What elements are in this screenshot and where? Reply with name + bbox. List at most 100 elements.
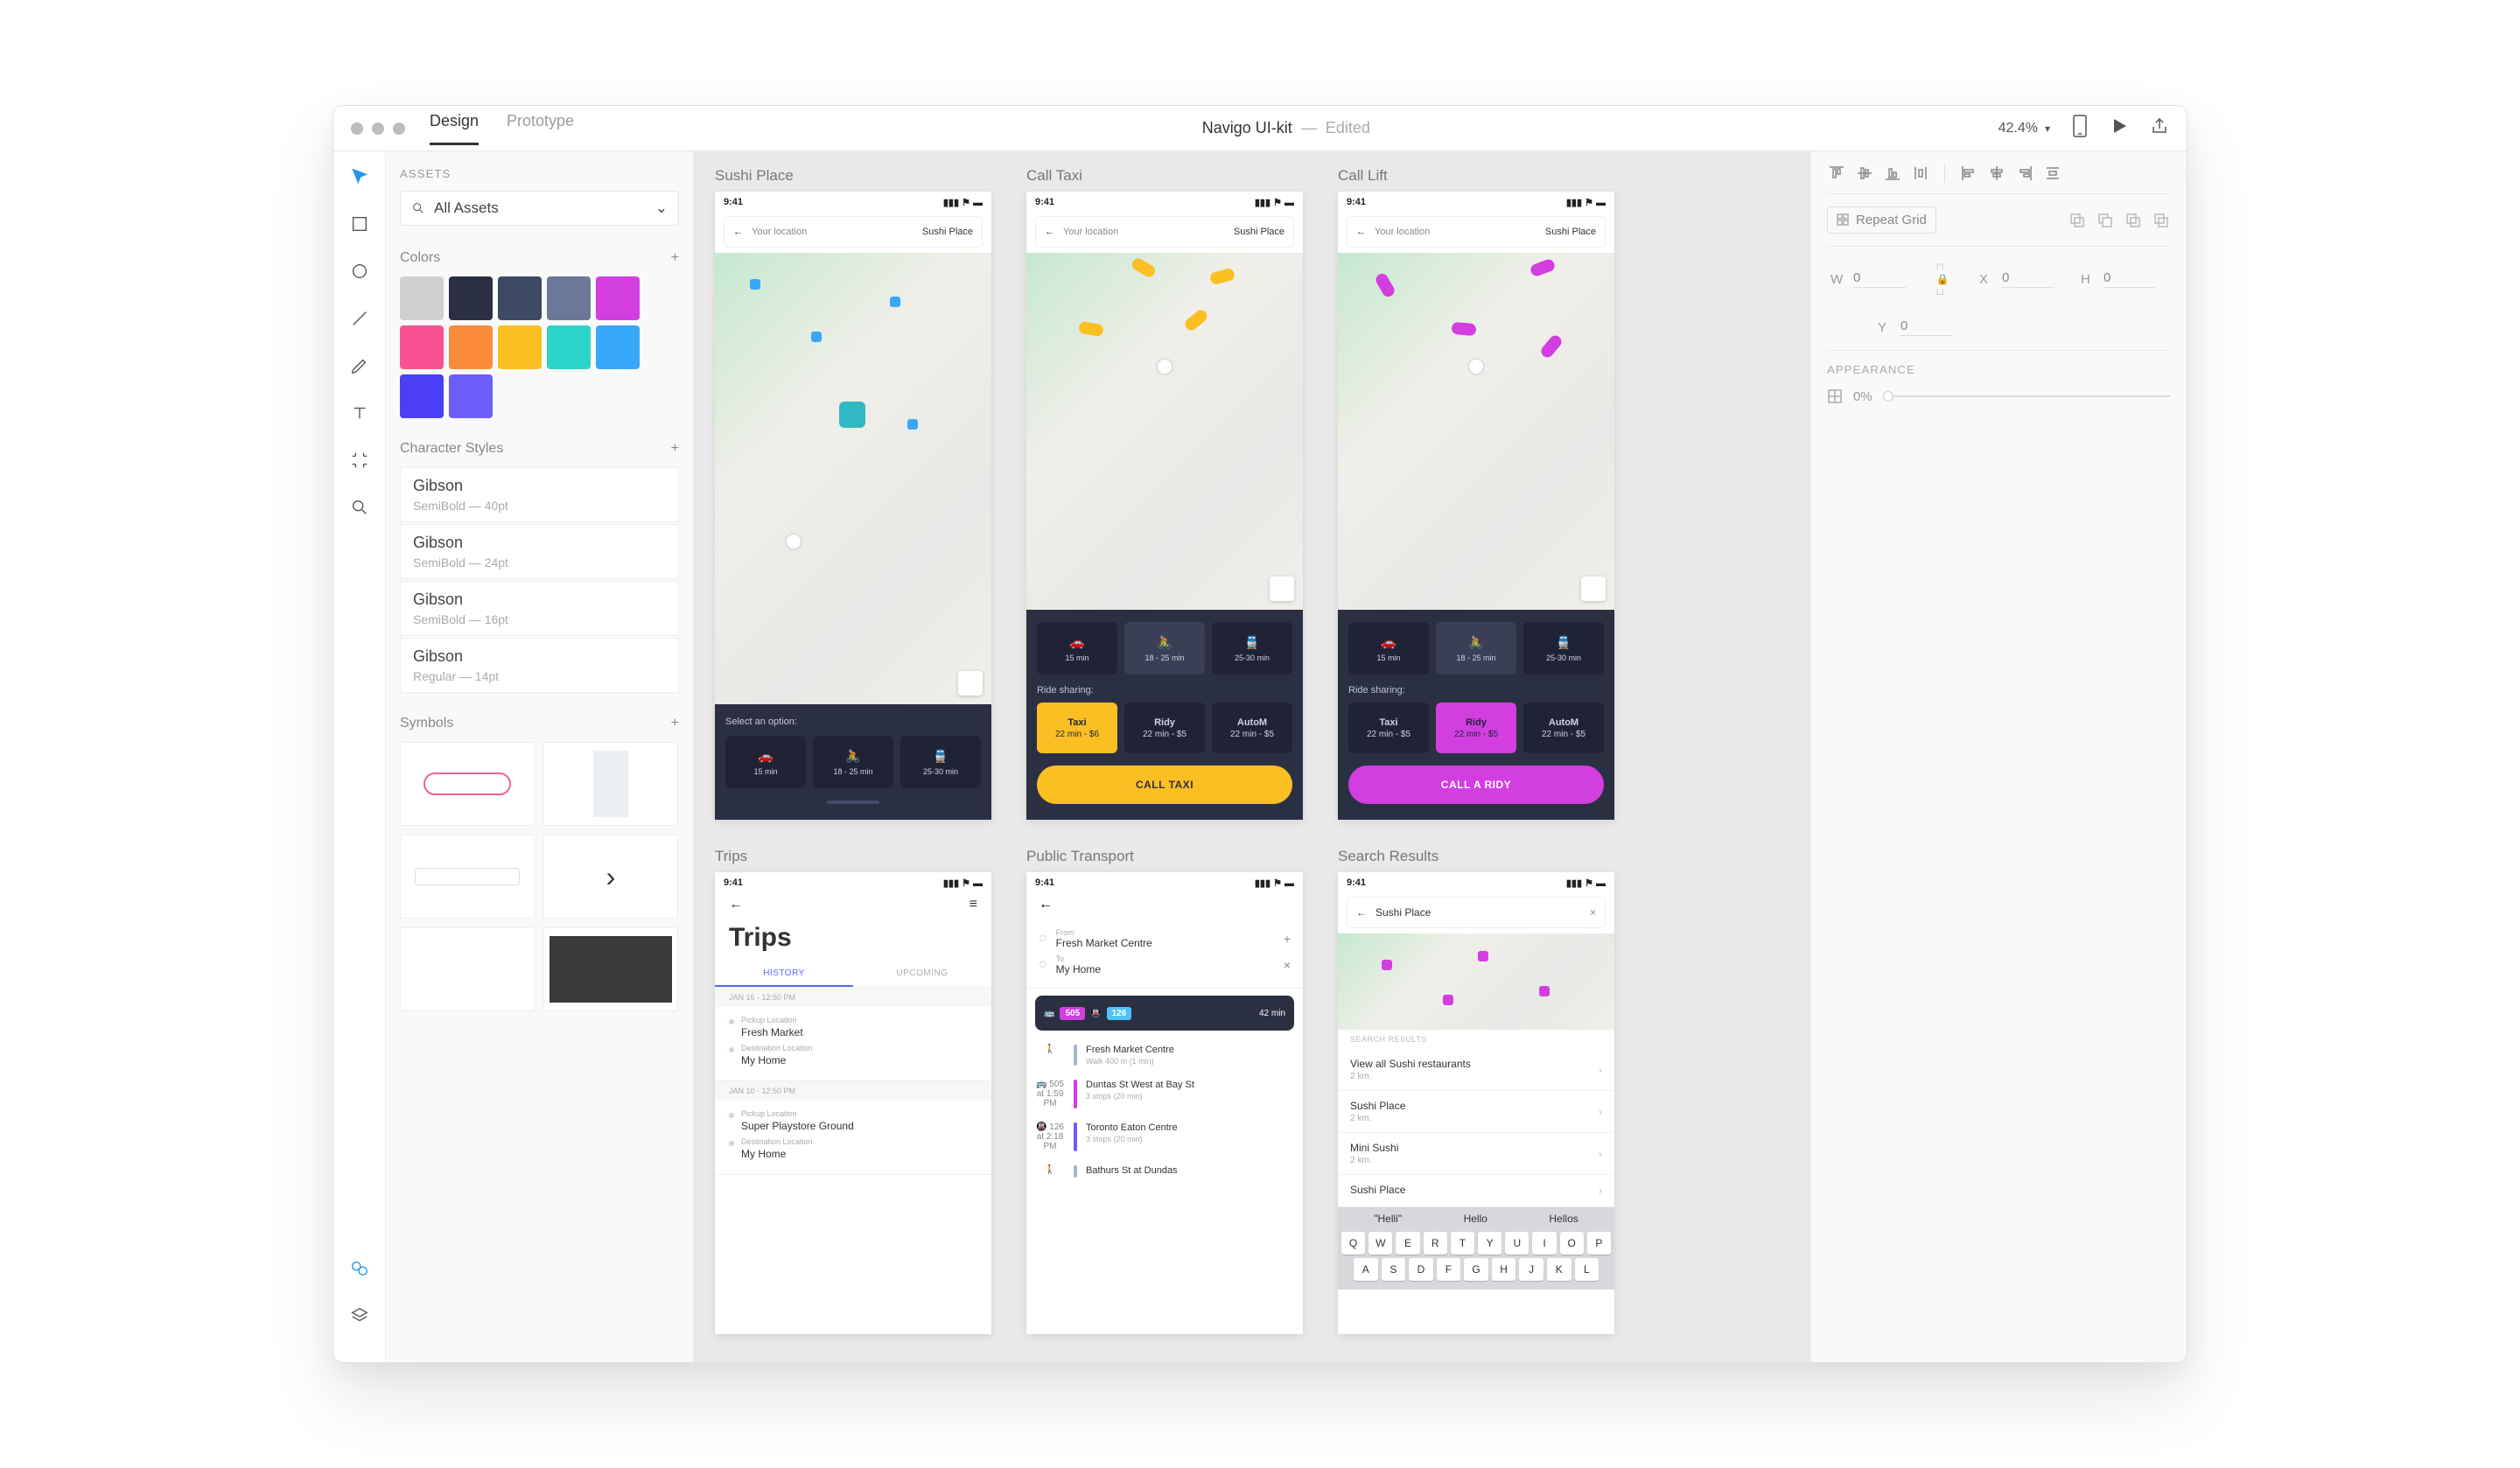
from-to: ○FromFresh Market Centre+ ○ToMy Home×	[1026, 916, 1303, 989]
color-swatch[interactable]	[547, 276, 591, 320]
appearance-header: APPEARANCE	[1827, 363, 2171, 376]
maximize-dot[interactable]	[393, 122, 405, 135]
doc-name: Navigo UI-kit	[1202, 119, 1292, 136]
your-location-label: Your location	[752, 227, 807, 237]
artboard-title[interactable]: Call Lift	[1338, 167, 1614, 185]
align-vcenter-icon[interactable]	[1855, 164, 1874, 183]
artboard-title[interactable]: Public Transport	[1026, 848, 1303, 865]
color-swatch[interactable]	[596, 325, 640, 369]
artboard-trips[interactable]: Trips 9:41▮▮▮ ⚑ ▬ ←≡ Trips HISTORY UPCOM…	[715, 848, 991, 1334]
symbol-thumb[interactable]	[543, 742, 678, 826]
color-swatch[interactable]	[400, 276, 444, 320]
line-tool-icon[interactable]	[346, 305, 373, 332]
artboard-sushi-place[interactable]: Sushi Place 9:41▮▮▮ ⚑ ▬ ← Your location …	[715, 167, 991, 820]
titlebar: Design Prototype Navigo UI-kit — Edited …	[333, 106, 2187, 151]
tab-design[interactable]: Design	[430, 112, 479, 145]
character-style[interactable]: GibsonSemiBold — 40pt	[400, 467, 679, 522]
window-controls[interactable]	[351, 122, 405, 135]
ellipse-tool-icon[interactable]	[346, 258, 373, 284]
assets-panel-icon[interactable]	[346, 1255, 373, 1282]
height-field[interactable]: H0	[2081, 261, 2156, 297]
artboard-tool-icon[interactable]	[346, 447, 373, 473]
repeat-grid-button[interactable]: Repeat Grid	[1827, 206, 1936, 234]
symbol-thumb[interactable]	[400, 835, 535, 919]
opacity-slider[interactable]	[1883, 395, 2171, 397]
x-field[interactable]: X0	[1979, 261, 2054, 297]
tab-prototype[interactable]: Prototype	[507, 112, 574, 145]
color-swatch[interactable]	[449, 325, 493, 369]
color-swatch[interactable]	[400, 325, 444, 369]
time-option: 🚴18 - 25 min	[1124, 622, 1205, 675]
artboard-title[interactable]: Call Taxi	[1026, 167, 1303, 185]
color-swatch[interactable]	[449, 276, 493, 320]
play-icon[interactable]	[2110, 116, 2129, 140]
artboard-title[interactable]: Sushi Place	[715, 167, 991, 185]
color-swatch[interactable]	[498, 325, 542, 369]
layers-panel-icon[interactable]	[346, 1303, 373, 1329]
zoom-control[interactable]: 42.4% ▾	[1998, 121, 2050, 136]
distribute-v-icon[interactable]	[1911, 164, 1930, 183]
select-tool-icon[interactable]	[346, 164, 373, 190]
artboard-search-results[interactable]: Search Results 9:41▮▮▮ ⚑ ▬ ← Sushi Place…	[1338, 848, 1614, 1334]
minimize-dot[interactable]	[372, 122, 384, 135]
character-style[interactable]: GibsonSemiBold — 24pt	[400, 524, 679, 579]
artboard-title[interactable]: Search Results	[1338, 848, 1614, 865]
share-icon[interactable]	[2150, 116, 2169, 140]
align-hcenter-icon[interactable]	[1987, 164, 2006, 183]
align-controls	[1827, 164, 2171, 194]
color-swatch[interactable]	[400, 374, 444, 418]
assets-filter-value: All Assets	[434, 199, 499, 217]
close-dot[interactable]	[351, 122, 363, 135]
bool-union-icon[interactable]	[2068, 211, 2087, 230]
opacity-control[interactable]: 0%	[1827, 388, 2171, 404]
canvas[interactable]: Sushi Place 9:41▮▮▮ ⚑ ▬ ← Your location …	[694, 151, 1810, 1362]
options-panel: Select an option: 🚗15 min🚴18 - 25 min🚆25…	[715, 704, 991, 820]
color-swatch[interactable]	[449, 374, 493, 418]
symbol-thumb[interactable]: ›	[543, 835, 678, 919]
color-swatch[interactable]	[547, 325, 591, 369]
symbol-thumb[interactable]	[400, 927, 535, 1011]
bool-intersect-icon[interactable]	[2124, 211, 2143, 230]
text-tool-icon[interactable]	[346, 400, 373, 426]
trips-heading: Trips	[729, 923, 792, 953]
add-charstyle-icon[interactable]: +	[671, 441, 679, 457]
status-bar: 9:41▮▮▮ ⚑ ▬	[1338, 192, 1614, 213]
lock-aspect-icon[interactable]: ⊓🔒⊔	[1932, 261, 1953, 297]
character-style[interactable]: GibsonRegular — 14pt	[400, 638, 679, 693]
device-preview-icon[interactable]	[2071, 115, 2089, 142]
symbols-grid: ›	[400, 742, 679, 1011]
align-bottom-icon[interactable]	[1883, 164, 1902, 183]
time-option: 🚴18 - 25 min	[1436, 622, 1516, 675]
rectangle-tool-icon[interactable]	[346, 211, 373, 237]
pen-tool-icon[interactable]	[346, 353, 373, 379]
recenter-button	[958, 671, 983, 696]
artboard-call-taxi[interactable]: Call Taxi 9:41▮▮▮ ⚑ ▬ ←Your locationSush…	[1026, 167, 1303, 820]
add-symbol-icon[interactable]: +	[671, 716, 679, 731]
align-left-icon[interactable]	[1959, 164, 1978, 183]
ride-option: AutoM22 min - $5	[1212, 703, 1292, 753]
align-right-icon[interactable]	[2015, 164, 2034, 183]
color-swatch[interactable]	[596, 276, 640, 320]
bool-exclude-icon[interactable]	[2152, 211, 2171, 230]
bool-subtract-icon[interactable]	[2096, 211, 2115, 230]
assets-filter[interactable]: All Assets ⌄	[400, 191, 679, 226]
artboard-public-transport[interactable]: Public Transport 9:41▮▮▮ ⚑ ▬ ← ○FromFres…	[1026, 848, 1303, 1334]
character-style[interactable]: GibsonSemiBold — 16pt	[400, 581, 679, 636]
align-top-icon[interactable]	[1827, 164, 1846, 183]
distribute-h-icon[interactable]	[2043, 164, 2062, 183]
zoom-tool-icon[interactable]	[346, 494, 373, 521]
width-field[interactable]: W0	[1830, 261, 1906, 297]
artboard-call-lift[interactable]: Call Lift 9:41▮▮▮ ⚑ ▬ ←Your locationSush…	[1338, 167, 1614, 820]
search-result: Mini Sushi2 km.›	[1338, 1133, 1614, 1175]
add-color-icon[interactable]: +	[671, 250, 679, 266]
artboard-title[interactable]: Trips	[715, 848, 991, 865]
route-step: 🚶Fresh Market CentreWalk 400 m (1 min)	[1035, 1038, 1294, 1073]
symbol-thumb[interactable]	[543, 927, 678, 1011]
time-option: 🚆25-30 min	[900, 736, 981, 788]
ride-sharing-label: Ride sharing:	[1037, 685, 1292, 696]
transform-section: W0 ⊓🔒⊔ X0 H0 Y0	[1827, 247, 2171, 351]
color-swatch[interactable]	[498, 276, 542, 320]
y-field[interactable]: Y0	[1878, 318, 1953, 336]
symbol-thumb[interactable]	[400, 742, 535, 826]
clear-icon: ×	[1590, 906, 1596, 919]
